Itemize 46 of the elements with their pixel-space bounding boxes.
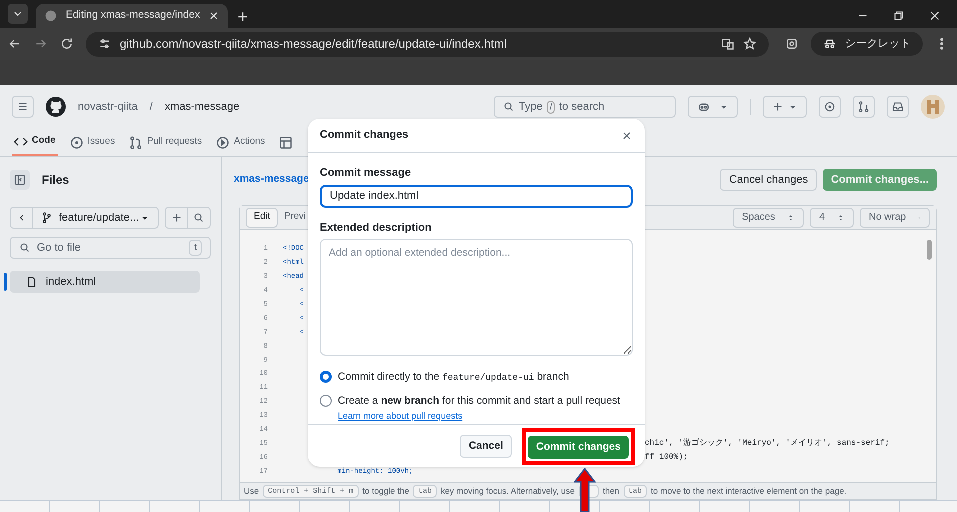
owner-link[interactable]: novastr-qiita xyxy=(78,98,138,116)
file-item[interactable]: index.html xyxy=(10,271,200,293)
repo-tab[interactable]: Issues xyxy=(68,129,118,156)
hint-text: then xyxy=(602,484,620,498)
code-line: chic', '游ゴシック', 'Meiryo', 'メイリオ', sans-serif; xyxy=(645,440,890,448)
editor-select[interactable]: Spaces xyxy=(733,208,804,228)
repo-tab[interactable]: Code xyxy=(12,129,58,156)
cancel-button[interactable]: Cancel xyxy=(460,435,512,458)
dialog-title: Commit changes xyxy=(320,128,409,144)
hint-text: to toggle the xyxy=(362,484,410,498)
field-label: Commit message xyxy=(320,166,412,181)
search-placeholder: to search xyxy=(559,100,605,115)
path-separator: / xyxy=(150,100,153,115)
address-bar[interactable]: github.com/novastr-qiita/xmas-message/edit/feature/update-ui/index.html xyxy=(86,32,769,56)
branch-selector[interactable]: feature/update... xyxy=(10,207,159,229)
url-text: github.com/novastr-qiita/xmas-message/edit/feature/update-ui/index.html xyxy=(120,36,507,53)
breadcrumb-link[interactable]: xmas-message xyxy=(234,172,310,188)
key-hint: t xyxy=(189,240,202,256)
option-label: Create a new branch for this commit and start a pull request xyxy=(338,395,620,407)
repo-tab[interactable]: Pull requests xyxy=(127,129,204,156)
hint-text: Use xyxy=(244,484,260,498)
field-label: Extended description xyxy=(320,220,433,236)
option-label: Commit directly to the feature/update-ui branch xyxy=(338,371,570,383)
repo-tab[interactable]: Actions xyxy=(214,129,268,156)
key-hint: / xyxy=(546,100,556,114)
hint-text: key moving focus. Alternatively, use xyxy=(440,484,575,498)
search-field[interactable]: Type / to search xyxy=(494,96,676,118)
editor-tab[interactable]: Edit xyxy=(246,208,278,228)
learn-more-link[interactable]: Learn more about pull requests xyxy=(338,411,463,421)
commit-message-field[interactable]: Update index.html xyxy=(320,184,633,208)
description-field[interactable]: Add an optional extended description... xyxy=(320,239,633,356)
browser-tab[interactable]: Editing xmas-message/index xyxy=(36,4,228,28)
incognito-button[interactable]: シークレット xyxy=(811,32,923,56)
editor-select[interactable]: No wrap xyxy=(860,208,930,228)
go-to-file-placeholder: Go to file xyxy=(37,240,82,256)
cancel-changes-button[interactable]: Cancel changes xyxy=(720,169,818,191)
editor-select[interactable]: 4 xyxy=(810,208,854,228)
tab-title: Editing xmas-message/index xyxy=(66,8,200,24)
go-to-file-field[interactable]: Go to file t xyxy=(10,237,211,259)
sidebar-title: Files xyxy=(42,172,70,189)
editor-tab[interactable]: Previ xyxy=(278,208,306,228)
repo-link[interactable]: xmas-message xyxy=(164,98,240,116)
commit-changes-button[interactable]: Commit changes xyxy=(528,436,629,460)
hint-text: to move to the next interactive element on the page. xyxy=(651,484,847,498)
code-line: ff 100%); xyxy=(645,454,688,462)
search-placeholder: Type xyxy=(519,100,543,115)
